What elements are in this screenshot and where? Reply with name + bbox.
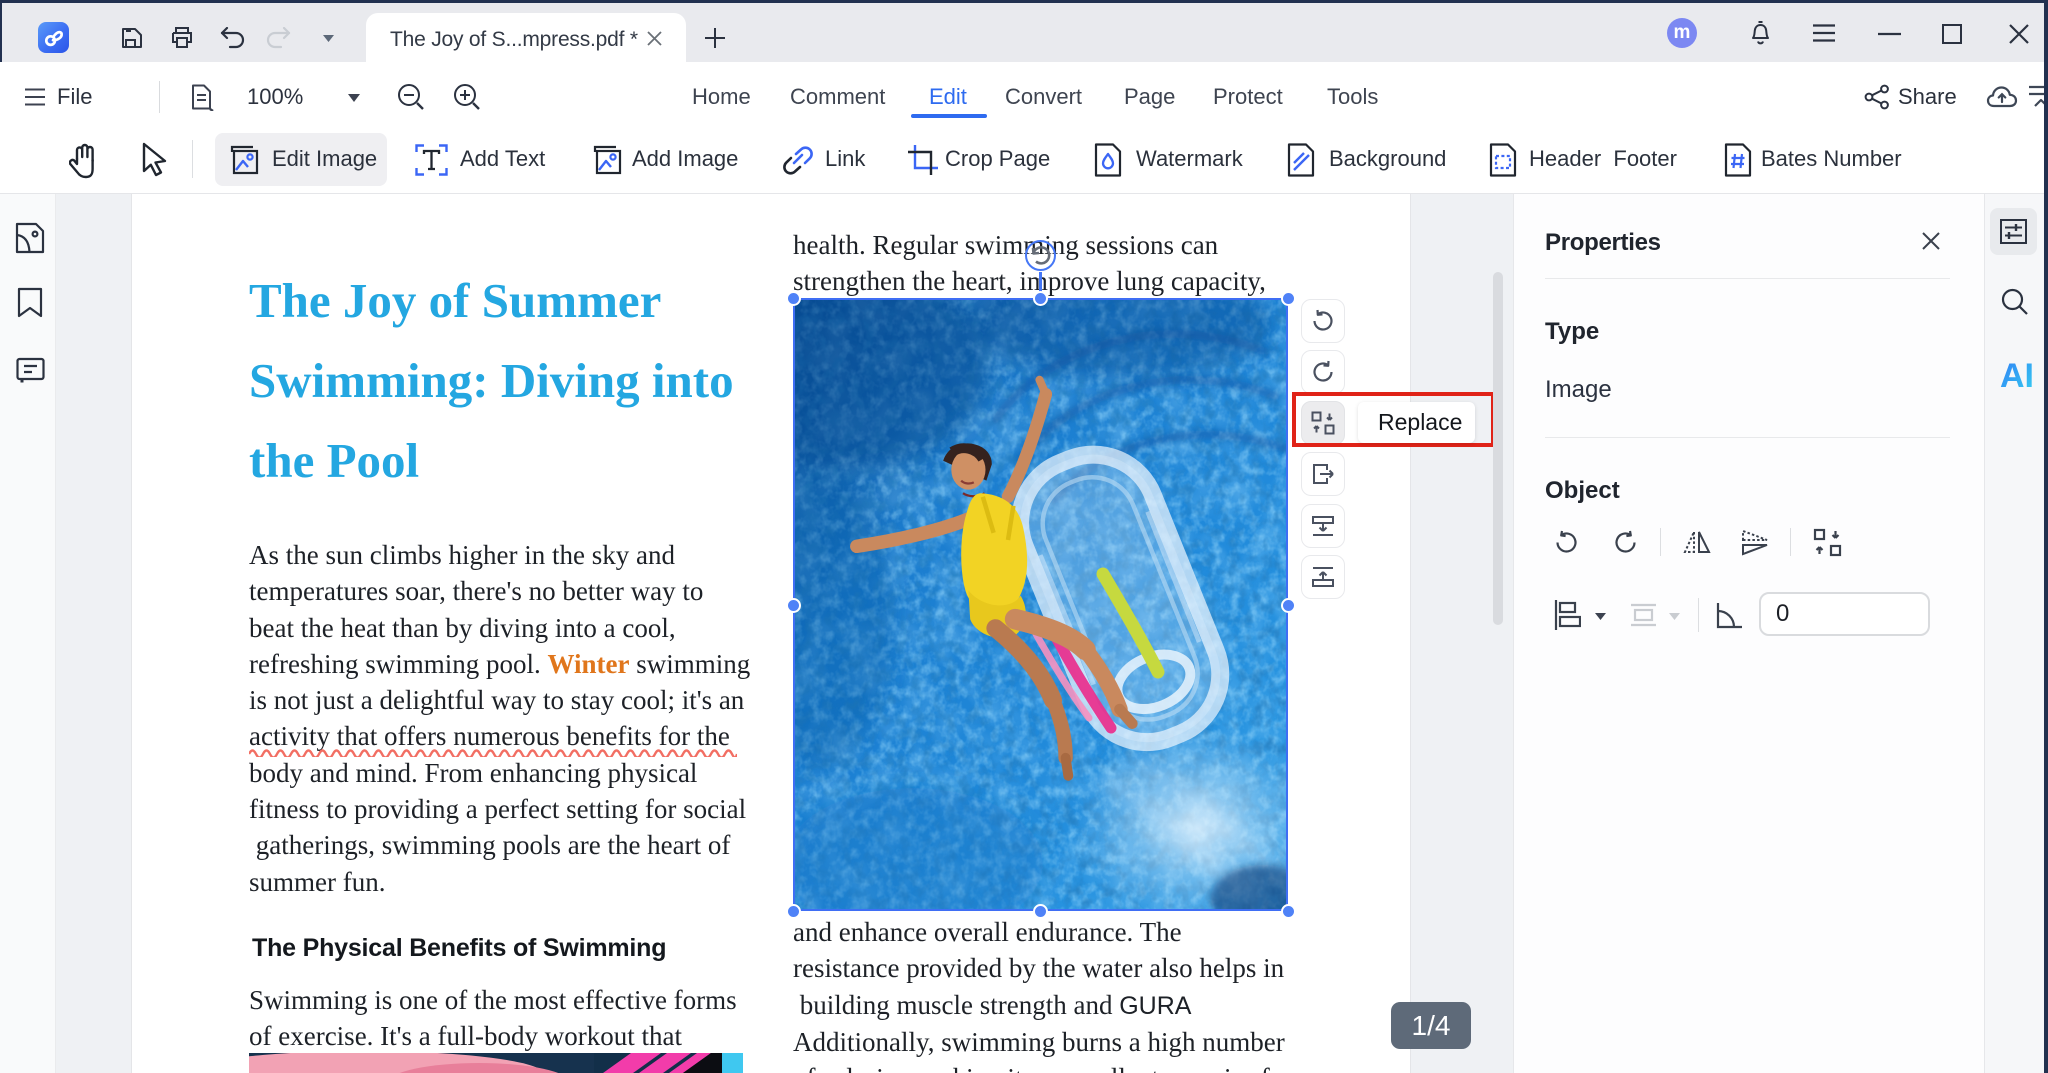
svg-text:AI: AI (2000, 357, 2034, 395)
